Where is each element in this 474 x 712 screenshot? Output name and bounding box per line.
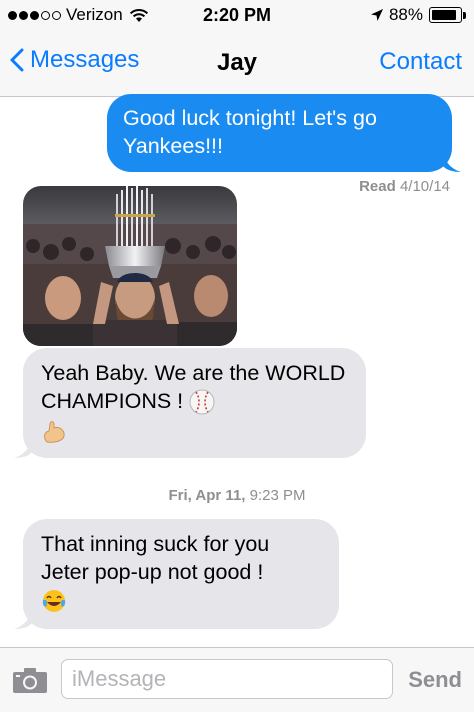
received-message-bubble[interactable]: Yeah Baby. We are the WORLD CHAMPIONS ! — [14, 348, 366, 458]
battery-percent: 88% — [388, 5, 423, 24]
read-receipt: Read 4/10/14 — [359, 178, 450, 195]
read-date: 4/10/14 — [399, 178, 450, 195]
date-divider-day: Fri, Apr 11, — [168, 487, 246, 504]
sent-message-text: Good luck tonight! Let's go Yankees!!! — [123, 106, 377, 158]
input-bar: Send — [0, 647, 474, 712]
status-right: 88% — [370, 5, 466, 25]
flexed-biceps-emoji — [44, 420, 65, 443]
received-message-bubble[interactable]: That inning suck for you Jeter pop-up no… — [14, 519, 339, 629]
camera-icon[interactable] — [12, 666, 48, 694]
chevron-left-icon — [10, 48, 24, 72]
bubble-tail — [14, 438, 32, 458]
tears-of-joy-emoji — [42, 590, 66, 613]
message-input[interactable] — [61, 659, 393, 699]
bubble-tail — [14, 609, 32, 629]
location-arrow-icon — [370, 9, 383, 21]
received-message-line: Jeter pop-up not good ! — [41, 560, 264, 584]
baseball-emoji — [189, 389, 215, 415]
bubble-tail — [443, 152, 461, 172]
battery-fill — [432, 10, 456, 20]
sent-message-bubble[interactable]: Good luck tonight! Let's go Yankees!!! — [107, 94, 461, 172]
back-button[interactable]: Messages — [10, 46, 139, 74]
received-message-line: That inning suck for you — [41, 532, 270, 556]
nav-bar: Messages Jay Contact — [0, 34, 474, 97]
battery-icon — [429, 7, 466, 23]
back-label: Messages — [30, 46, 140, 73]
status-bar: Verizon 2:20 PM 88% — [0, 0, 474, 34]
contact-button[interactable]: Contact — [379, 48, 462, 76]
photo-message[interactable] — [23, 186, 237, 346]
trophy-celebration-photo — [23, 186, 237, 346]
date-divider-time: 9:23 PM — [249, 487, 306, 504]
send-button[interactable]: Send — [408, 667, 462, 693]
read-label: Read — [359, 178, 396, 195]
date-divider: Fri, Apr 11, 9:23 PM — [0, 487, 474, 504]
